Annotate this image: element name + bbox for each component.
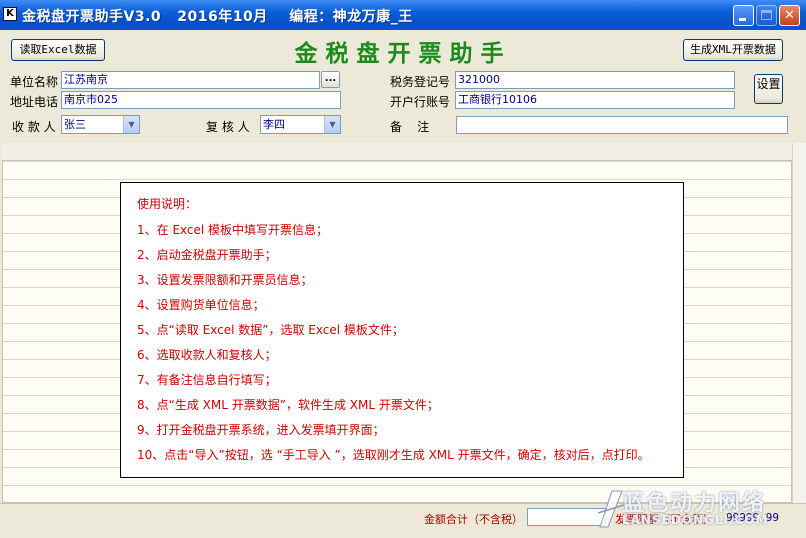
address-label: 地址电话	[10, 95, 59, 109]
instruction-line: 1、在 Excel 模板中填写开票信息；	[137, 223, 329, 237]
title-bar[interactable]: K 金税盘开票助手V3.0 2016年10月 编程：神龙万康_王 ✕	[0, 0, 806, 30]
instruction-line: 9、打开金税盘开票系统，进入发票填开界面；	[137, 423, 385, 437]
instructions-title: 使用说明：	[137, 197, 198, 211]
window-title: 金税盘开票助手V3.0 2016年10月 编程：神龙万康_王	[22, 9, 413, 25]
bank-label: 开户行账号	[390, 95, 451, 109]
grid-header	[2, 143, 792, 161]
bank-field[interactable]: 工商银行10106	[455, 91, 735, 109]
chevron-down-icon[interactable]: ▼	[123, 116, 139, 133]
read-excel-button[interactable]: 读取Excel数据	[11, 39, 105, 61]
instruction-line: 2、启动金税盘开票助手；	[137, 248, 277, 262]
address-field[interactable]: 南京市025	[61, 91, 341, 109]
reviewer-label: 复 核 人	[206, 120, 250, 134]
unit-name-label: 单位名称	[10, 75, 59, 89]
chevron-down-icon[interactable]: ▼	[324, 116, 340, 133]
browse-unit-button[interactable]: ...	[321, 71, 340, 88]
payee-label: 收 款 人	[12, 120, 56, 134]
instruction-line: 5、点“读取 Excel 数据”，选取 Excel 模板文件；	[137, 323, 404, 337]
reviewer-value: 李四	[263, 118, 285, 131]
settings-button[interactable]: 设置	[754, 74, 783, 104]
instruction-line: 4、设置购货单位信息；	[137, 298, 265, 312]
minimize-icon	[739, 18, 746, 21]
remark-label: 备 注	[390, 120, 430, 134]
instruction-line: 6、选取收款人和复核人；	[137, 348, 277, 362]
reviewer-select[interactable]: 李四 ▼	[260, 115, 341, 134]
payee-value: 张三	[64, 118, 86, 131]
invoice-limit-value: 99999.99	[726, 511, 779, 524]
instruction-line: 3、设置发票限额和开票员信息；	[137, 273, 313, 287]
close-button[interactable]: ✕	[779, 5, 800, 26]
maximize-icon	[761, 10, 772, 20]
invoice-limit-label: 发票限额（不含税）	[615, 513, 714, 526]
instruction-line: 8、点“生成 XML 开票数据”，软件生成 XML 开票文件；	[137, 398, 439, 412]
tax-id-label: 税务登记号	[390, 75, 451, 89]
vertical-scrollbar[interactable]	[792, 143, 806, 503]
status-separator	[0, 503, 806, 504]
app-icon[interactable]: K	[3, 7, 17, 21]
unit-name-field[interactable]: 江苏南京	[61, 71, 320, 89]
sum-field[interactable]	[527, 508, 606, 526]
maximize-button[interactable]	[756, 5, 777, 26]
instruction-line: 7、有备注信息自行填写；	[137, 373, 277, 387]
close-icon: ✕	[784, 8, 795, 23]
remark-field[interactable]	[456, 116, 788, 134]
sum-label: 金额合计（不含税）	[424, 513, 523, 526]
tax-id-field[interactable]: 321000	[455, 71, 735, 89]
generate-xml-button[interactable]: 生成XML开票数据	[683, 39, 783, 61]
instruction-line: 10、点击“导入”按钮，选 “手工导入 ”，选取刚才生成 XML 开票文件，确定…	[137, 448, 650, 462]
instructions-panel: 使用说明： 1、在 Excel 模板中填写开票信息； 2、启动金税盘开票助手； …	[120, 182, 684, 478]
payee-select[interactable]: 张三 ▼	[61, 115, 140, 134]
minimize-button[interactable]	[733, 5, 754, 26]
